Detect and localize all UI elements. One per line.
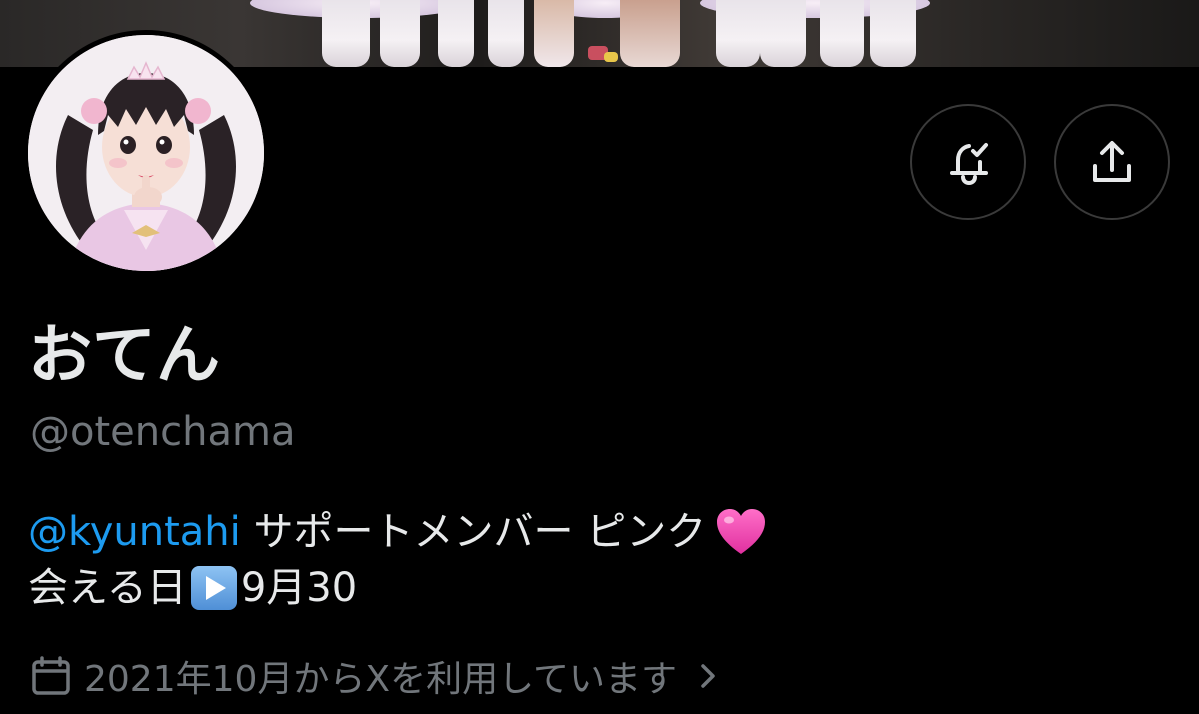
banner-leg xyxy=(760,0,806,67)
banner-prop xyxy=(604,52,618,62)
play-button-icon xyxy=(190,566,237,610)
bio-text: 会える日 xyxy=(28,565,187,611)
bio-text: 9月30 xyxy=(240,565,358,611)
banner-leg xyxy=(438,0,474,67)
share-button[interactable] xyxy=(1054,104,1170,220)
avatar-portrait xyxy=(28,35,264,271)
bio-mention-link[interactable]: @kyuntahi xyxy=(28,504,241,560)
share-upload-icon xyxy=(1093,141,1131,182)
chevron-right-icon xyxy=(701,664,715,688)
bell-check-icon xyxy=(950,143,988,186)
bio-text: サポートメンバー ピンク xyxy=(240,509,707,555)
notifications-button[interactable] xyxy=(910,104,1026,220)
profile-page: おてん @otenchama @kyuntahi サポートメンバー ピンク 会え… xyxy=(0,0,1199,714)
banner-leg xyxy=(716,0,760,67)
banner-leg xyxy=(820,0,864,67)
banner-leg xyxy=(534,0,574,67)
banner-leg xyxy=(870,0,916,67)
username-handle: @otenchama xyxy=(30,409,296,455)
calendar-icon xyxy=(32,656,70,695)
banner-leg xyxy=(488,0,524,67)
banner-leg xyxy=(380,0,420,67)
banner-leg xyxy=(322,0,370,67)
pink-heart-icon xyxy=(717,509,766,554)
bio-line: 会える日 9月30 xyxy=(28,560,768,616)
joined-date[interactable]: 2021年10月からXを利用しています xyxy=(30,650,721,702)
avatar[interactable] xyxy=(28,35,264,271)
banner-leg xyxy=(620,0,680,67)
display-name: おてん xyxy=(28,319,220,393)
profile-bio: @kyuntahi サポートメンバー ピンク 会える日 9月30 xyxy=(28,504,768,616)
joined-text: 2021年10月からXを利用しています xyxy=(84,659,678,700)
bio-line: @kyuntahi サポートメンバー ピンク xyxy=(28,504,768,560)
